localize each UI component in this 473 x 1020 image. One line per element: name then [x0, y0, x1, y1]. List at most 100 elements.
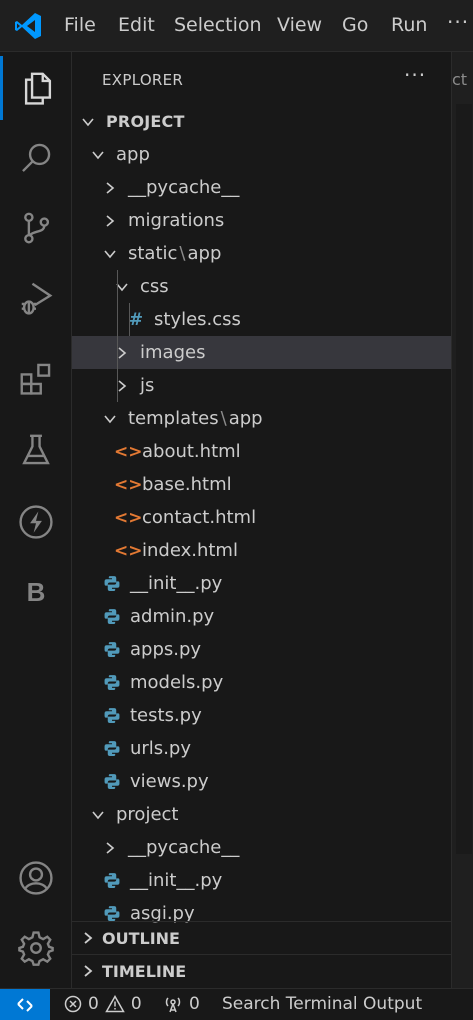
- tree-item-label: __pycache__: [128, 837, 240, 858]
- chevron-down-icon: [104, 414, 116, 423]
- explorer-more-button[interactable]: ···: [404, 63, 426, 87]
- tree-item-label: admin.py: [130, 606, 215, 627]
- tree-folder-static[interactable]: static \ app: [72, 237, 451, 270]
- remote-indicator-button[interactable]: [0, 989, 50, 1020]
- tree-file-tests-py[interactable]: tests.py: [72, 699, 451, 732]
- menu-more-button[interactable]: ···: [447, 10, 469, 34]
- tree-folder-pycache[interactable]: __pycache__: [72, 831, 451, 864]
- tree-file-init-py[interactable]: __init__.py: [72, 567, 451, 600]
- editor-area[interactable]: ct: [451, 52, 473, 988]
- tree-folder-templates[interactable]: templates \ app: [72, 402, 451, 435]
- tree-file-views-py[interactable]: views.py: [72, 765, 451, 798]
- extensions-activity-button[interactable]: [0, 346, 72, 410]
- tree-file-init-py[interactable]: __init__.py: [72, 864, 451, 897]
- chevron-right-icon: [84, 965, 93, 977]
- tree-file-urls-py[interactable]: urls.py: [72, 732, 451, 765]
- error-count: 0: [88, 994, 99, 1014]
- editor-minimap[interactable]: [456, 104, 472, 854]
- tree-folder-migrations[interactable]: migrations: [72, 204, 451, 237]
- menu-run[interactable]: Run: [391, 14, 427, 36]
- extension-b-activity-button[interactable]: B: [0, 560, 72, 624]
- extension-b-icon: B: [26, 576, 46, 607]
- outline-section-header[interactable]: OUTLINE: [72, 921, 451, 954]
- menu-selection[interactable]: Selection: [174, 14, 262, 36]
- tree-item-label: templates: [128, 408, 219, 429]
- extensions-icon: [20, 363, 51, 395]
- chevron-down-icon: [82, 117, 94, 126]
- warning-count: 0: [130, 994, 142, 1014]
- python-file-icon: [104, 873, 120, 888]
- tree-item-label: about.html: [142, 441, 241, 462]
- accounts-activity-button[interactable]: [0, 846, 72, 910]
- activity-bar: B: [0, 52, 72, 988]
- timeline-label: TIMELINE: [102, 961, 187, 981]
- tree-file-about-html[interactable]: <> about.html: [72, 435, 451, 468]
- tree-folder-css[interactable]: css: [72, 270, 451, 303]
- tree-item-label: migrations: [128, 210, 225, 231]
- tree-folder-js[interactable]: js: [72, 369, 451, 402]
- tree-file-apps-py[interactable]: apps.py: [72, 633, 451, 666]
- tree-item-label-sub: app: [228, 408, 263, 429]
- tree-folder-pycache[interactable]: __pycache__: [72, 171, 451, 204]
- project-section-header[interactable]: PROJECT: [72, 105, 451, 138]
- remote-icon: [17, 997, 33, 1012]
- chevron-down-icon: [92, 810, 104, 819]
- tree-folder-app[interactable]: app: [72, 138, 451, 171]
- gear-icon: [18, 931, 54, 966]
- tree-item-label: models.py: [130, 672, 224, 693]
- timeline-section-header[interactable]: TIMELINE: [72, 954, 451, 987]
- python-file-icon: [104, 642, 120, 657]
- menu-edit[interactable]: Edit: [118, 14, 155, 36]
- broadcast-icon: [165, 997, 181, 1013]
- remote-activity-button[interactable]: [0, 490, 72, 554]
- vscode-logo-icon[interactable]: [12, 10, 44, 42]
- search-icon: [22, 143, 51, 172]
- explorer-activity-button[interactable]: [0, 56, 72, 120]
- path-separator: \: [220, 408, 227, 429]
- tree-item-label: index.html: [142, 540, 238, 561]
- source-control-activity-button[interactable]: [0, 196, 72, 260]
- search-activity-button[interactable]: [0, 126, 72, 190]
- indent-guide: [117, 270, 118, 402]
- chevron-right-icon: [106, 841, 115, 854]
- python-file-icon: [104, 675, 120, 690]
- python-file-icon: [104, 708, 120, 723]
- tree-file-contact-html[interactable]: <> contact.html: [72, 501, 451, 534]
- indent-guide: [129, 303, 130, 336]
- menu-file[interactable]: File: [64, 14, 96, 36]
- tree-file-models-py[interactable]: models.py: [72, 666, 451, 699]
- menu-view[interactable]: View: [277, 14, 322, 36]
- tree-item-label: apps.py: [130, 639, 202, 660]
- menu-go[interactable]: Go: [342, 14, 368, 36]
- status-bar: 0 0 0 Search Terminal Output: [0, 988, 473, 1020]
- python-file-icon: [104, 609, 120, 624]
- tree-folder-project[interactable]: project: [72, 798, 451, 831]
- html-file-icon: <>: [114, 474, 143, 495]
- python-file-icon: [104, 741, 120, 756]
- beaker-icon: [22, 434, 50, 465]
- manage-activity-button[interactable]: [0, 916, 72, 980]
- tree-item-label: urls.py: [130, 738, 191, 759]
- explorer-sidebar: EXPLORER ··· PROJECT app __pycache__ migrat…: [72, 52, 451, 988]
- tree-item-label: __init__.py: [130, 573, 223, 594]
- tree-file-base-html[interactable]: <> base.html: [72, 468, 451, 501]
- tree-item-label: contact.html: [142, 507, 257, 528]
- problems-status-item[interactable]: 0 0: [64, 994, 142, 1014]
- testing-activity-button[interactable]: [0, 418, 72, 482]
- tree-item-label: views.py: [130, 771, 209, 792]
- python-file-icon: [104, 576, 120, 591]
- tree-item-label: tests.py: [130, 705, 202, 726]
- ports-status-item[interactable]: 0: [163, 994, 200, 1014]
- search-terminal-output[interactable]: Search Terminal Output: [222, 994, 422, 1014]
- python-file-icon: [104, 774, 120, 789]
- ports-count: 0: [189, 994, 200, 1014]
- editor-tab-label[interactable]: ct: [452, 70, 467, 89]
- tree-file-index-html[interactable]: <> index.html: [72, 534, 451, 567]
- tree-item-label: css: [140, 276, 169, 297]
- html-file-icon: <>: [114, 540, 143, 561]
- tree-folder-images[interactable]: images: [72, 336, 451, 369]
- tree-file-admin-py[interactable]: admin.py: [72, 600, 451, 633]
- account-icon: [19, 861, 53, 895]
- tree-item-label: base.html: [142, 474, 232, 495]
- run-debug-activity-button[interactable]: [0, 266, 72, 330]
